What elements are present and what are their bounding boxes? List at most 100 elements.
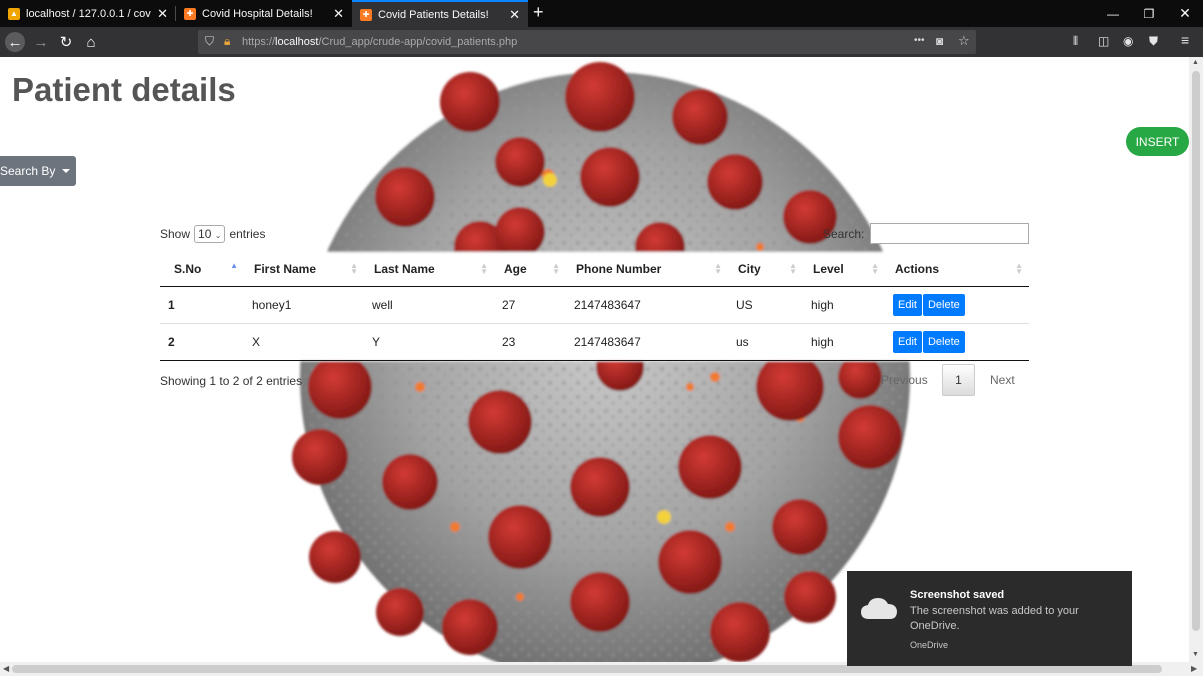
edit-button[interactable]: Edit [893, 293, 922, 316]
column-header-label: Phone Number [576, 261, 662, 276]
column-header-age[interactable]: Age ▲ ▼ [494, 252, 566, 287]
column-header-city[interactable]: City ▲ ▼ [728, 252, 803, 287]
patients-table: S.No ▲ First Name ▲ ▼ Last Name ▲ ▼ Age ▲ ▼ Pho… [160, 252, 1029, 361]
entries-select[interactable]: 10 ⌄ [194, 225, 226, 243]
new-tab-button[interactable]: + [533, 2, 544, 23]
column-header-sno[interactable]: S.No ▲ [160, 252, 244, 287]
pagination-previous[interactable]: Previous [881, 364, 928, 396]
entries-length-control: Show 10 ⌄ entries [160, 225, 265, 243]
column-header-label: Level [813, 261, 844, 276]
cell-level: high [811, 297, 834, 312]
page-title: Patient details [12, 71, 236, 108]
cell-city: US [736, 297, 753, 312]
onedrive-notification-toast[interactable]: Screenshot saved The screenshot was adde… [847, 571, 1132, 666]
reload-icon[interactable]: ↻ [56, 32, 76, 52]
delete-button[interactable]: Delete [922, 330, 965, 353]
scrollbar-thumb[interactable] [12, 665, 1162, 673]
scroll-down-icon[interactable]: ▼ [1192, 651, 1199, 658]
close-icon[interactable]: ✕ [509, 7, 520, 23]
insert-button[interactable]: INSERT [1126, 127, 1189, 156]
forward-icon[interactable]: → [31, 32, 51, 52]
entries-label: entries [229, 227, 266, 241]
restore-icon[interactable]: ❐ [1131, 0, 1167, 27]
sidebar-icon[interactable]: ◫ [1098, 34, 1109, 48]
back-icon[interactable]: ← [5, 32, 25, 52]
column-header-label: City [738, 261, 761, 276]
scroll-up-icon[interactable]: ▲ [1192, 59, 1199, 66]
entries-select-value: 10 [198, 227, 212, 241]
bookmark-star-icon[interactable]: ☆ [958, 33, 970, 49]
tab-phpmyadmin[interactable]: ▲ localhost / 127.0.0.1 / covid_ho ✕ [0, 0, 176, 27]
minimize-icon[interactable]: — [1095, 0, 1131, 27]
cell-phone: 2147483647 [566, 322, 728, 361]
url-host: localhost [275, 36, 319, 48]
tab-covid-hospital[interactable]: ✚ Covid Hospital Details! ✕ [176, 0, 352, 27]
sort-icon: ▲ ▼ [714, 261, 722, 276]
table-info: Showing 1 to 2 of 2 entries [160, 374, 303, 388]
account-icon[interactable]: ◉ [1123, 34, 1133, 48]
cell-city: us [728, 322, 803, 361]
delete-button[interactable]: Delete [922, 293, 965, 316]
sort-icon: ▲ ▼ [350, 261, 358, 276]
shield-icon[interactable]: ⛉ [205, 34, 214, 49]
url-text[interactable]: https://localhost/Crud_app/crude-app/cov… [242, 36, 517, 48]
toast-title: Screenshot saved [910, 589, 1005, 601]
toast-message: The screenshot was added to your OneDriv… [910, 605, 1079, 632]
tab-label: Covid Hospital Details! [202, 7, 313, 20]
cell-phone: 2147483647 [574, 297, 641, 312]
edit-button[interactable]: Edit [893, 330, 922, 353]
menu-icon[interactable]: ≡ [1181, 32, 1189, 48]
browser-nav-bar: ← → ↻ ⌂ ⛉ 🔒︎ https://localhost/Crud_app/… [0, 27, 1203, 57]
cell-age: 27 [502, 297, 516, 312]
cell-last-name: Y [364, 322, 494, 361]
close-icon[interactable]: ✕ [157, 6, 168, 22]
close-icon[interactable]: ✕ [333, 6, 344, 22]
scrollbar-thumb[interactable] [1192, 71, 1200, 631]
sort-icon: ▲ ▼ [552, 261, 560, 276]
table-row: 1 honey1 well 27 2147483647 US high Edit… [160, 286, 1029, 323]
url-path: /Crud_app/crude-app/covid_patients.php [318, 36, 518, 48]
show-label: Show [160, 227, 191, 241]
table-header-row: S.No ▲ First Name ▲ ▼ Last Name ▲ ▼ Age ▲ ▼ Pho… [160, 252, 1029, 287]
pagination-page-current[interactable]: 1 [942, 364, 975, 396]
search-by-dropdown-button[interactable]: Search By [0, 156, 76, 186]
sort-icon: ▲ ▼ [1015, 261, 1023, 276]
chevron-down-icon: ⌄ [214, 231, 222, 240]
column-header-last-name[interactable]: Last Name ▲ ▼ [364, 252, 494, 287]
cell-sno: 1 [168, 297, 175, 312]
phpmyadmin-icon: ▲ [8, 7, 20, 20]
scroll-left-icon[interactable]: ◀ [3, 664, 9, 673]
library-icon[interactable]: ⫴ [1073, 34, 1078, 49]
caret-down-icon [62, 169, 71, 173]
page-actions-icon[interactable]: ••• [914, 35, 925, 46]
window-close-icon[interactable]: ✕ [1167, 0, 1203, 27]
tab-label: localhost / 127.0.0.1 / covid_ho [26, 7, 151, 20]
vertical-scrollbar[interactable]: ▲ ▼ [1189, 57, 1203, 662]
tab-label: Covid Patients Details! [378, 8, 489, 21]
url-bar[interactable]: ⛉ 🔒︎ https://localhost/Crud_app/crude-ap… [198, 30, 976, 54]
sort-icon: ▲ ▼ [789, 261, 797, 276]
url-scheme: https:// [242, 36, 276, 48]
sort-icon: ▲ ▼ [871, 261, 879, 276]
search-input[interactable] [870, 223, 1029, 244]
home-icon[interactable]: ⌂ [81, 32, 101, 52]
lock-warning-icon[interactable]: 🔒︎ [224, 34, 230, 49]
cell-actions: Edit Delete [885, 322, 1029, 361]
pocket-icon[interactable]: ◙ [936, 34, 943, 48]
pagination-next[interactable]: Next [990, 364, 1015, 396]
toast-source: OneDrive [910, 640, 949, 650]
tab-covid-patients[interactable]: ✚ Covid Patients Details! ✕ [352, 0, 528, 27]
scroll-right-icon[interactable]: ▶ [1191, 664, 1197, 673]
column-header-label: Actions [895, 261, 940, 276]
column-header-first-name[interactable]: First Name ▲ ▼ [244, 252, 364, 287]
browser-tab-bar: ▲ localhost / 127.0.0.1 / covid_ho ✕ ✚ C… [0, 0, 1203, 27]
cell-first-name: X [244, 322, 364, 361]
column-header-phone-number[interactable]: Phone Number ▲ ▼ [566, 252, 728, 287]
xampp-icon: ✚ [184, 7, 196, 20]
cell-sno: 2 [160, 322, 244, 361]
sort-icon: ▲ ▼ [480, 261, 488, 276]
cell-actions: Edit Delete [885, 286, 1029, 323]
column-header-level[interactable]: Level ▲ ▼ [803, 252, 885, 287]
column-header-actions[interactable]: Actions ▲ ▼ [885, 252, 1029, 287]
extension-shield-icon[interactable]: ⛊ [1149, 34, 1158, 49]
